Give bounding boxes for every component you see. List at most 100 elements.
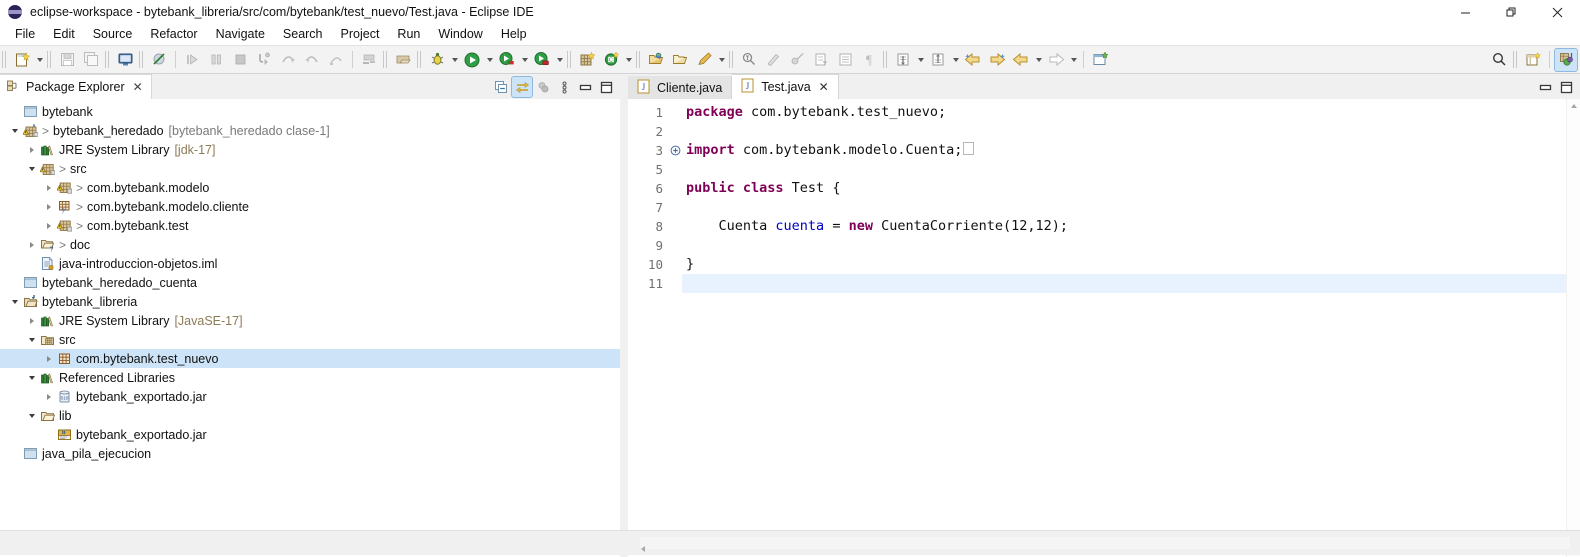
pencil-dropdown-icon[interactable] [716, 49, 727, 71]
expand-twisty-icon[interactable] [25, 311, 38, 330]
save-icon[interactable] [56, 49, 78, 71]
step-into-icon[interactable] [253, 49, 275, 71]
code-line[interactable]: public class Test { [682, 179, 1580, 198]
toolbar-grip-10[interactable] [883, 51, 889, 68]
tree-item[interactable]: > com.bytebank.test [0, 216, 620, 235]
collapse-twisty-icon[interactable] [8, 121, 21, 140]
debug-icon[interactable] [426, 49, 448, 71]
menu-project[interactable]: Project [332, 24, 389, 44]
toolbar-grip-9[interactable] [729, 51, 735, 68]
tree-item[interactable]: lib [0, 406, 620, 425]
toolbar-grip-5[interactable] [383, 51, 389, 68]
code-line[interactable]: package com.bytebank.test_nuevo; [682, 103, 1580, 122]
back-dropdown-icon[interactable] [1033, 49, 1044, 71]
skip-breakpoints-icon[interactable] [148, 49, 170, 71]
expand-twisty-icon[interactable] [42, 178, 55, 197]
menu-edit[interactable]: Edit [44, 24, 84, 44]
next-edit-icon[interactable] [986, 49, 1008, 71]
code-line[interactable]: Cuenta cuenta = new CuentaCorriente(12,1… [682, 217, 1580, 236]
code-line[interactable]: } [682, 255, 1580, 274]
suspend-icon[interactable] [205, 49, 227, 71]
close-icon[interactable]: ✕ [819, 80, 829, 94]
menu-window[interactable]: Window [429, 24, 491, 44]
package-explorer-tree[interactable]: bytebank > bytebank_heredado [bytebank_here… [0, 99, 620, 557]
expand-twisty-icon[interactable] [42, 216, 55, 235]
collapse-twisty-icon[interactable] [25, 330, 38, 349]
save-all-icon[interactable] [80, 49, 102, 71]
toolbar-grip-2[interactable] [47, 51, 53, 68]
toolbar-grip-3[interactable] [105, 51, 111, 68]
link-icon[interactable] [762, 49, 784, 71]
editor-vertical-scrollbar[interactable] [1566, 99, 1580, 557]
paragraph-icon[interactable]: ¶ [858, 49, 880, 71]
minimize-button[interactable] [1442, 0, 1488, 24]
run-dropdown-icon[interactable] [484, 49, 495, 71]
maximize-editor-icon[interactable] [1556, 77, 1576, 97]
close-button[interactable] [1534, 0, 1580, 24]
editor-tab-test-java[interactable]: J Test.java ✕ [732, 74, 839, 99]
new-java-project-icon[interactable] [576, 49, 598, 71]
terminate-icon[interactable] [229, 49, 251, 71]
tree-item[interactable]: ? > doc [0, 235, 620, 254]
menu-file[interactable]: File [6, 24, 44, 44]
tree-item[interactable]: > com.bytebank.modelo [0, 178, 620, 197]
tree-item[interactable]: bytebank_libreria [0, 292, 620, 311]
view-menu-icon[interactable] [554, 77, 574, 97]
menu-source[interactable]: Source [84, 24, 142, 44]
show-whitespace-icon[interactable] [786, 49, 808, 71]
code-line[interactable]: import com.bytebank.modelo.Cuenta; [682, 141, 1580, 160]
tree-item[interactable]: 010 bytebank_exportado.jar [0, 387, 620, 406]
focus-on-active-task-icon[interactable] [533, 77, 553, 97]
code-line[interactable] [682, 236, 1580, 255]
java-perspective-icon[interactable] [1554, 47, 1578, 72]
console-icon[interactable] [114, 49, 136, 71]
menu-refactor[interactable]: Refactor [141, 24, 206, 44]
tree-item[interactable]: java-introduccion-objetos.iml [0, 254, 620, 273]
toolbar-grip-8[interactable] [636, 51, 642, 68]
tree-item[interactable]: Referenced Libraries [0, 368, 620, 387]
last-edit-icon[interactable] [962, 49, 984, 71]
collapsed-import-marker[interactable] [963, 142, 975, 155]
open-perspective-icon[interactable] [645, 49, 667, 71]
search-folder-icon[interactable] [669, 49, 691, 71]
pencil-icon[interactable] [693, 49, 715, 71]
run-configurations-dropdown-icon[interactable] [519, 49, 530, 71]
tree-item[interactable]: JRE System Library [JavaSE-17] [0, 311, 620, 330]
collapse-twisty-icon[interactable] [8, 292, 21, 311]
open-task-icon[interactable] [358, 49, 380, 71]
forward-icon[interactable] [1045, 49, 1067, 71]
paragraph-box-icon[interactable] [834, 49, 856, 71]
tree-item[interactable]: ? > com.bytebank.modelo.cliente [0, 197, 620, 216]
tree-item[interactable]: JRE System Library [jdk-17] [0, 140, 620, 159]
menu-run[interactable]: Run [388, 24, 429, 44]
open-type-icon[interactable] [392, 49, 414, 71]
menu-help[interactable]: Help [492, 24, 536, 44]
previous-annotation-icon[interactable] [892, 49, 914, 71]
code-line[interactable] [682, 160, 1580, 179]
tree-item[interactable]: > bytebank_heredado [bytebank_heredado cla… [0, 121, 620, 140]
link-with-editor-icon[interactable] [511, 76, 533, 98]
run-configurations-icon[interactable] [496, 49, 518, 71]
toolbar-grip-4[interactable] [139, 51, 145, 68]
coverage-dropdown-icon[interactable] [554, 49, 565, 71]
view-editor-sash[interactable] [620, 74, 628, 557]
minimize-view-icon[interactable] [575, 77, 595, 97]
expand-twisty-icon[interactable] [25, 235, 38, 254]
maximize-view-icon[interactable] [596, 77, 616, 97]
previous-annotation-dropdown-icon[interactable] [915, 49, 926, 71]
toggle-mark-occurrences-icon[interactable] [738, 49, 760, 71]
tree-item[interactable]: > src [0, 159, 620, 178]
new-window-icon[interactable] [1089, 49, 1111, 71]
tree-item[interactable]: com.bytebank.test_nuevo [0, 349, 620, 368]
tree-item[interactable]: bytebank [0, 102, 620, 121]
folding-column[interactable] [668, 99, 682, 557]
toolbar-grip-6[interactable] [417, 51, 423, 68]
tree-item[interactable]: java_pila_ejecucion [0, 444, 620, 463]
collapse-twisty-icon[interactable] [25, 159, 38, 178]
editor-horizontal-scrollbar[interactable] [640, 537, 1570, 549]
editor-tab-cliente-java[interactable]: J Cliente.java [628, 76, 733, 99]
collapse-all-icon[interactable] [491, 77, 511, 97]
tree-item[interactable]: bytebank_heredado_cuenta [0, 273, 620, 292]
new-wizard-dropdown-icon[interactable] [34, 49, 45, 71]
drop-to-frame-icon[interactable] [325, 49, 347, 71]
